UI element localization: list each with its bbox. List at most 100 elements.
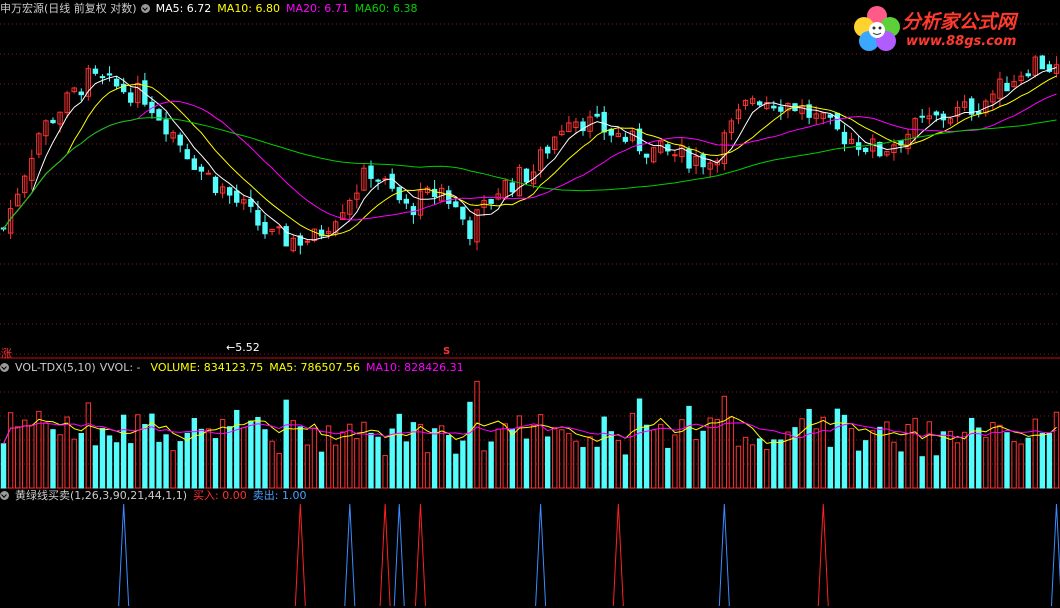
volume-bar — [283, 399, 289, 489]
candlestick — [198, 166, 205, 172]
candlestick — [106, 73, 113, 76]
volume-bar — [608, 431, 614, 489]
volume-bar — [248, 420, 254, 489]
volume-bar — [954, 442, 961, 489]
volume-bar — [778, 439, 784, 489]
volume-bar — [205, 428, 212, 489]
buy-readout: 买入: 0.00 — [193, 489, 247, 502]
vvol-readout: VVOL: - — [99, 361, 141, 374]
volume-bar — [855, 450, 862, 489]
volume-bar — [714, 419, 720, 489]
sell-signal-spike — [1050, 503, 1060, 607]
volume-bar — [594, 446, 600, 489]
volume-bar — [403, 441, 410, 489]
volume-bar — [672, 434, 678, 489]
volume-bar — [544, 436, 551, 489]
volume-bar — [269, 440, 275, 489]
buy-signal-spike — [612, 503, 624, 607]
candlestick — [389, 173, 395, 189]
volume-bar — [92, 445, 99, 489]
candlestick — [92, 68, 99, 74]
volume-bar — [255, 416, 261, 489]
ma10-line — [3, 75, 1057, 237]
volume-bar — [0, 443, 7, 489]
volume-bar — [721, 395, 728, 489]
volume-bar — [29, 424, 35, 489]
candlestick — [163, 119, 169, 135]
candlestick — [283, 226, 289, 247]
candlestick — [778, 106, 784, 112]
low-price-marker: ←5.52 — [226, 341, 260, 354]
sell-readout: 卖出: 1.00 — [252, 489, 307, 502]
volume-bar — [22, 419, 28, 489]
volume-bar — [580, 447, 586, 489]
volume-bar — [756, 438, 763, 489]
volume-bar — [636, 398, 643, 489]
volume-bar — [170, 450, 176, 489]
volume-bar — [1039, 432, 1046, 489]
volume-bar — [50, 429, 56, 489]
volume-bar — [1053, 411, 1060, 489]
candlestick — [262, 222, 268, 235]
signal-indicator-title: 黄绿线买卖(1,26,3,90,21,44,1,1) — [15, 489, 188, 502]
signal-settings-icon[interactable] — [0, 491, 9, 500]
candlestick — [128, 92, 134, 103]
volume-bar — [742, 436, 749, 489]
candlestick — [919, 115, 925, 118]
volume-bar — [820, 416, 826, 489]
volume-bar — [417, 423, 424, 489]
volume-bar — [156, 441, 162, 489]
candlestick — [601, 111, 607, 133]
volume-bar — [332, 444, 339, 489]
volume-bar — [474, 380, 480, 489]
candlestick — [226, 187, 233, 196]
candlestick — [453, 201, 459, 208]
volume-bar — [912, 417, 918, 489]
flower-logo-icon — [854, 6, 900, 51]
volume-bar — [64, 416, 70, 489]
candlestick — [460, 206, 466, 220]
candlestick — [672, 154, 678, 157]
candlestick — [933, 111, 940, 116]
volume-bar — [304, 444, 311, 489]
volume-bar — [976, 427, 982, 489]
buy-signal-spike — [817, 503, 829, 607]
volume-settings-icon[interactable] — [0, 363, 9, 372]
volume-panel-header: VOL-TDX(5,10) VVOL: - VOLUME: 834123.75 MA5… — [0, 360, 470, 376]
logo-name: 分析家公式网 — [902, 11, 1017, 33]
volume-bar — [382, 455, 388, 489]
candlestick — [375, 179, 381, 182]
volume-bar — [1025, 437, 1031, 489]
volume-bar — [142, 424, 148, 489]
volume-bar — [870, 430, 876, 489]
candlestick — [177, 134, 183, 146]
volume-bar — [587, 436, 593, 489]
buy-signal-spike — [379, 503, 391, 607]
volume-bar — [509, 428, 516, 489]
candlestick — [368, 165, 374, 179]
volume-bar — [191, 418, 198, 489]
volume-bar — [926, 421, 932, 489]
candlestick — [877, 142, 883, 157]
low-price-value: 5.52 — [235, 341, 260, 354]
volume-bar — [453, 453, 459, 489]
volume-bar — [749, 444, 756, 489]
chart-canvas[interactable] — [0, 0, 1060, 608]
settings-toggle-icon[interactable] — [140, 4, 150, 13]
volume-ma10-line — [3, 422, 1057, 445]
volume-bar — [438, 425, 445, 489]
volume-bar — [997, 424, 1003, 489]
volume-bar — [318, 451, 325, 489]
candlestick — [205, 172, 212, 175]
volume-bar — [573, 440, 579, 489]
candlestick — [156, 109, 162, 121]
volume-bar — [481, 450, 487, 489]
volume-bar — [848, 427, 855, 489]
volume-bar — [566, 433, 572, 489]
volume-bar — [460, 440, 466, 489]
volume-bar — [728, 416, 735, 489]
volume-bar — [375, 436, 381, 489]
buy-signal-spike — [294, 503, 306, 607]
candlestick — [467, 220, 473, 240]
sell-signal-spike — [718, 503, 730, 607]
